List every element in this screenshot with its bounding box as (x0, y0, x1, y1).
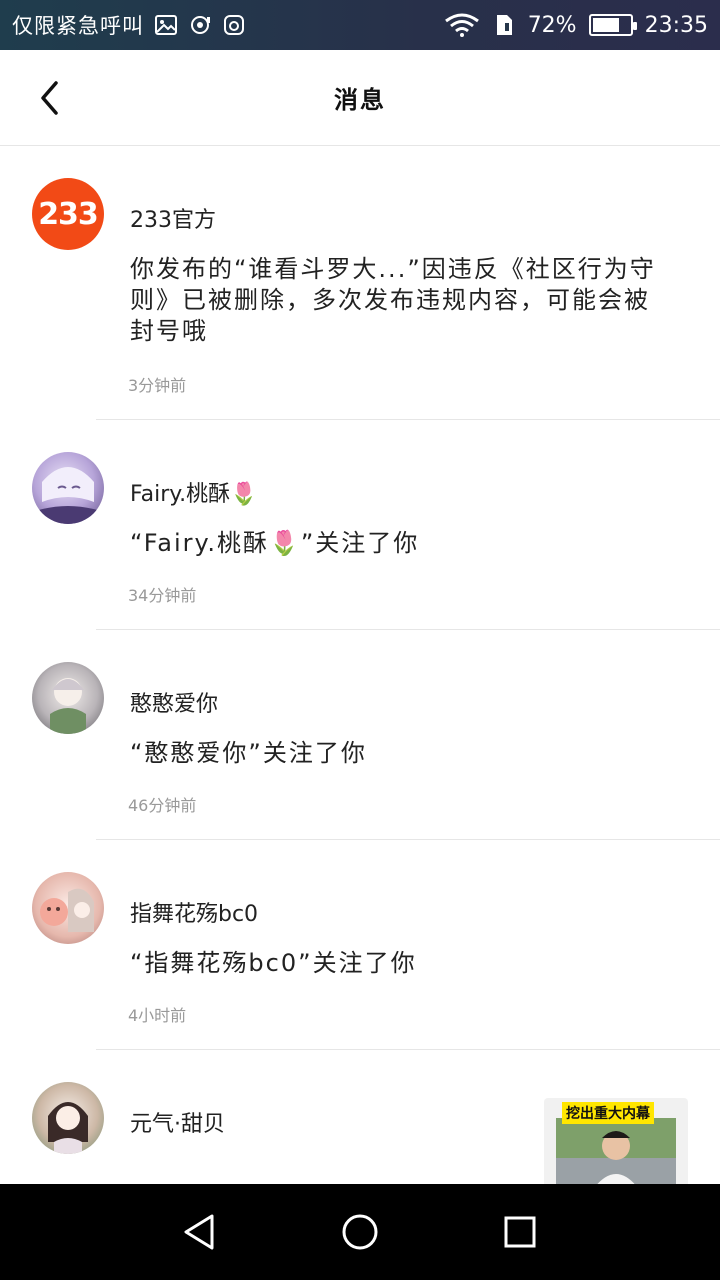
sim-icon (492, 13, 516, 37)
avatar[interactable] (32, 662, 104, 734)
avatar-image (32, 467, 104, 524)
sender-name[interactable]: 元气·甜贝 (130, 1106, 225, 1138)
clock: 23:35 (644, 12, 708, 38)
app-icon (222, 13, 246, 37)
avatar-image (48, 1102, 88, 1154)
battery-level (592, 18, 619, 32)
nav-back-button[interactable] (175, 1207, 225, 1257)
navigation-bar (0, 1184, 720, 1280)
sender-name[interactable]: 指舞花殇bc0 (130, 896, 258, 928)
message-text: “Fairy.桃酥🌷”关注了你 (130, 529, 420, 557)
list-item[interactable]: 指舞花殇bc0 “指舞花殇bc0”关注了你 4小时前 (0, 840, 720, 1050)
avatar-text: 233 (38, 196, 99, 232)
message-time: 34分钟前 (128, 586, 197, 605)
avatar[interactable]: 233 (32, 178, 104, 250)
status-bar: 仅限紧急呼叫 72% 23:35 (0, 0, 720, 50)
message-time: 4小时前 (128, 1006, 187, 1025)
avatar-image (40, 888, 94, 932)
list-item[interactable]: 憨憨爱你 “憨憨爱你”关注了你 46分钟前 (0, 630, 720, 840)
nav-recents-button[interactable] (495, 1207, 545, 1257)
header: 消息 (0, 50, 720, 146)
battery-percent: 72% (527, 12, 577, 38)
wifi-icon (444, 13, 480, 37)
chevron-left-icon (41, 81, 58, 115)
avatar[interactable] (32, 872, 104, 944)
message-list: 233 233官方 你发布的“谁看斗罗大...”因违反《社区行为守则》已被删除，… (0, 146, 720, 1190)
sender-name[interactable]: 憨憨爱你 (130, 686, 218, 718)
list-item[interactable]: Fairy.桃酥🌷 “Fairy.桃酥🌷”关注了你 34分钟前 (0, 420, 720, 630)
ad-label: 挖出重大内幕 (562, 1102, 654, 1124)
sync-icon (188, 13, 212, 37)
sender-name[interactable]: 233官方 (130, 202, 216, 234)
avatar-image (50, 678, 86, 734)
message-text: “憨憨爱你”关注了你 (130, 739, 367, 767)
back-triangle-icon (184, 1214, 214, 1250)
message-time: 46分钟前 (128, 796, 197, 815)
battery-icon (588, 14, 637, 36)
page-title: 消息 (334, 86, 386, 114)
recents-square-icon (504, 1216, 536, 1248)
avatar[interactable] (32, 452, 104, 524)
message-text: 你发布的“谁看斗罗大...”因违反《社区行为守则》已被删除，多次发布违规内容，可… (130, 255, 656, 345)
floating-ad[interactable]: 挖出重大内幕 (544, 1098, 688, 1188)
home-circle-icon (342, 1214, 378, 1250)
back-button[interactable] (30, 78, 70, 118)
list-item[interactable]: 233 233官方 你发布的“谁看斗罗大...”因违反《社区行为守则》已被删除，… (0, 146, 720, 420)
sender-name[interactable]: Fairy.桃酥🌷 (130, 476, 258, 508)
message-text: “指舞花殇bc0”关注了你 (130, 949, 417, 977)
avatar[interactable] (32, 1082, 104, 1154)
gallery-icon (154, 13, 178, 37)
nav-home-button[interactable] (335, 1207, 385, 1257)
message-time: 3分钟前 (128, 376, 187, 395)
carrier-label: 仅限紧急呼叫 (12, 14, 144, 38)
